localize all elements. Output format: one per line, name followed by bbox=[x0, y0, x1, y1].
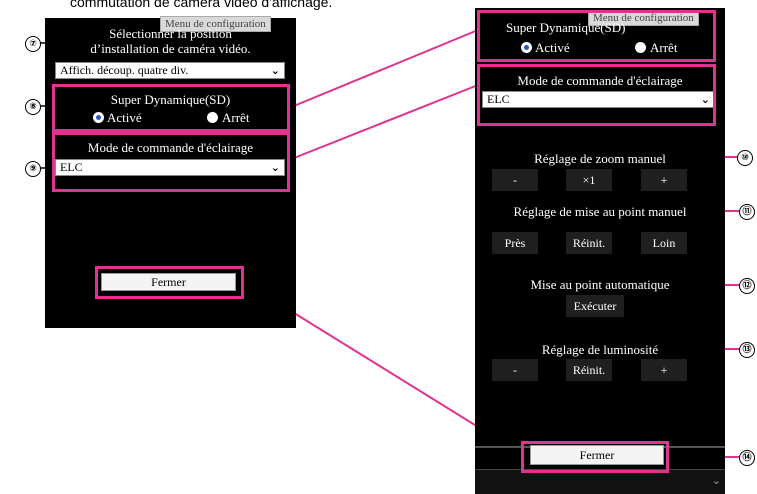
install-position-label-line2: d’installation de caméra vidéo. bbox=[90, 41, 251, 56]
brightness-title: Réglage de luminosité bbox=[541, 342, 659, 357]
chevron-down-icon: ⌄ bbox=[711, 474, 721, 487]
focus-far-button[interactable]: Loin bbox=[641, 232, 687, 254]
zoom-title: Réglage de zoom manuel bbox=[534, 151, 666, 166]
callout-7: ⑦ bbox=[25, 36, 41, 52]
highlight-sd-left bbox=[52, 84, 290, 132]
brightness-plus-button[interactable]: + bbox=[641, 359, 687, 381]
highlight-light-left bbox=[52, 132, 290, 192]
callout-13: ⑬ bbox=[739, 342, 755, 358]
auto-focus-title: Mise au point automatique bbox=[530, 277, 670, 292]
brightness-minus-button[interactable]: - bbox=[492, 359, 538, 381]
callout-12: ⑫ bbox=[739, 278, 755, 294]
focus-near-button[interactable]: Près bbox=[492, 232, 538, 254]
zoom-plus-button[interactable]: + bbox=[641, 169, 687, 191]
brightness-reset-button[interactable]: Réinit. bbox=[566, 359, 612, 381]
manual-focus-title: Réglage de mise au point manuel bbox=[513, 204, 687, 219]
highlight-light-right bbox=[477, 64, 716, 126]
auto-focus-execute-button[interactable]: Exécuter bbox=[566, 295, 624, 317]
install-position-select[interactable]: Affich. découp. quatre div. ⌄ bbox=[55, 62, 285, 79]
callout-11: ⑪ bbox=[739, 204, 755, 220]
chevron-down-icon: ⌄ bbox=[270, 64, 280, 77]
callout-10: ⑩ bbox=[737, 150, 753, 166]
install-position-label-line1: Sélectionner la position bbox=[109, 26, 232, 41]
callout-8: ⑧ bbox=[25, 99, 41, 115]
focus-reset-button[interactable]: Réinit. bbox=[566, 232, 612, 254]
zoom-x1-button[interactable]: ×1 bbox=[566, 169, 612, 191]
highlight-sd-right bbox=[477, 10, 716, 62]
zoom-minus-button[interactable]: - bbox=[492, 169, 538, 191]
callout-9: ⑨ bbox=[25, 161, 41, 177]
install-position-value: Affich. découp. quatre div. bbox=[60, 63, 189, 77]
callout-14: ⑭ bbox=[739, 450, 755, 466]
highlight-close-right bbox=[521, 441, 669, 473]
highlight-close-left bbox=[95, 266, 244, 299]
